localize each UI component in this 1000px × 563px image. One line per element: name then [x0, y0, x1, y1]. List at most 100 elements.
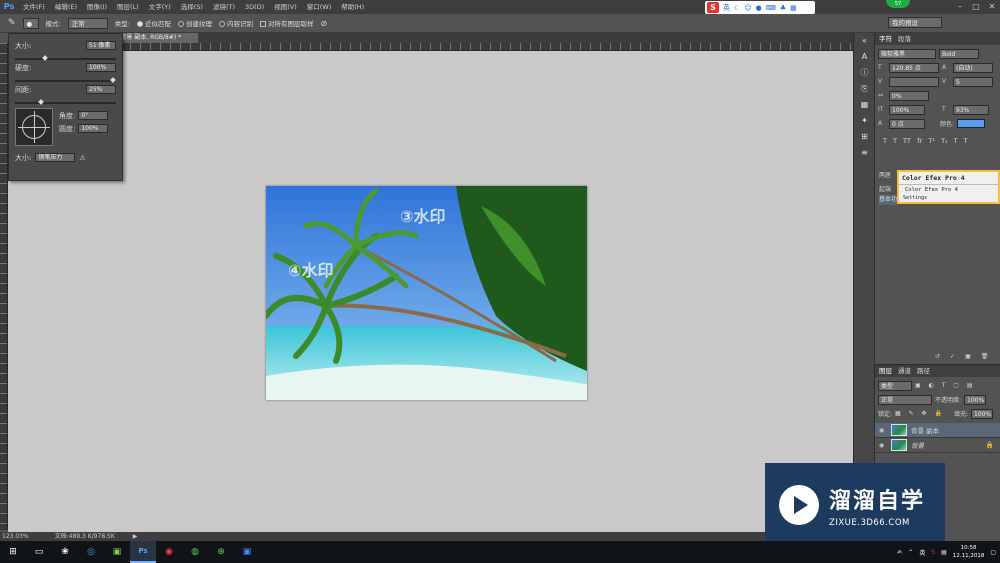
- ime-toolbar[interactable]: S 英 ☾ ☺ ● ⌨ ♣ ▦: [705, 1, 815, 14]
- pressure-icon[interactable]: ⊘: [320, 19, 327, 28]
- document-tab[interactable]: (背景 副本, RGB/8#) *: [115, 33, 198, 43]
- small-caps-button[interactable]: Tr: [917, 137, 923, 145]
- grid-icon[interactable]: ▦: [790, 4, 797, 12]
- history-icon[interactable]: ⎘: [854, 81, 875, 97]
- sliders-icon[interactable]: ≡: [854, 145, 875, 161]
- maximize-icon[interactable]: □: [968, 0, 984, 14]
- angle-input[interactable]: 0°: [78, 111, 109, 120]
- loop-icon[interactable]: ↺: [935, 353, 940, 360]
- superscript-button[interactable]: T¹: [928, 137, 935, 145]
- layer-filter-select[interactable]: 类型: [878, 380, 912, 391]
- faux-bold-button[interactable]: T: [883, 137, 887, 145]
- hardness-slider[interactable]: [15, 77, 116, 83]
- menu-3d[interactable]: 3D(D): [240, 0, 269, 14]
- healing-brush-tool-icon[interactable]: ✎: [8, 18, 16, 28]
- notes-app-icon[interactable]: ▣: [104, 541, 130, 563]
- app-icon[interactable]: ▣: [234, 541, 260, 563]
- size-input[interactable]: 51 像素: [86, 41, 116, 50]
- action-center-icon[interactable]: ▢: [990, 549, 996, 556]
- baseline-input[interactable]: 0 点: [889, 118, 925, 129]
- menu-help[interactable]: 帮助(H): [336, 0, 369, 14]
- mode-select[interactable]: 正常: [67, 17, 108, 29]
- smile-icon[interactable]: ☺: [744, 4, 751, 12]
- eye-icon[interactable]: ◉: [879, 442, 887, 449]
- workspace-select[interactable]: 我的预设: [888, 17, 942, 28]
- menu-file[interactable]: 文件(F): [18, 0, 50, 14]
- subscript-button[interactable]: T₁: [941, 137, 948, 145]
- kerning-input[interactable]: [889, 76, 939, 87]
- menu-layer[interactable]: 图层(L): [112, 0, 144, 14]
- color-efex-panel[interactable]: Color Efex Pro 4 Color Efex Pro 4 Settin…: [897, 170, 1000, 204]
- option-create-texture[interactable]: 创建纹理: [177, 18, 212, 28]
- strikethrough-button[interactable]: T: [964, 137, 968, 145]
- menu-edit[interactable]: 编辑(E): [50, 0, 82, 14]
- fill-input[interactable]: 100%: [970, 408, 993, 419]
- all-caps-button[interactable]: TT: [903, 137, 911, 145]
- sample-all-layers-checkbox[interactable]: 对所有图层取样: [259, 18, 313, 28]
- brush-preset-icon[interactable]: ✦: [854, 113, 875, 129]
- ime-lang[interactable]: 英: [723, 3, 730, 13]
- chrome-icon[interactable]: ◉: [156, 541, 182, 563]
- roundness-input[interactable]: 100%: [78, 124, 109, 133]
- faux-italic-button[interactable]: T: [893, 137, 897, 145]
- info-icon[interactable]: ⓘ: [854, 65, 875, 81]
- wechat-icon[interactable]: ◍: [182, 541, 208, 563]
- close-icon[interactable]: ✕: [984, 0, 1000, 14]
- tab-layers[interactable]: 图层: [879, 365, 892, 377]
- start-button-icon[interactable]: ⊞: [0, 541, 26, 563]
- clone-source-icon[interactable]: ⊞: [854, 129, 875, 145]
- brush-angle-preview[interactable]: [15, 108, 53, 146]
- horizontal-scale-input[interactable]: 93%: [953, 104, 989, 115]
- tray-lang[interactable]: 英: [919, 548, 925, 557]
- menu-select[interactable]: 选择(S): [176, 0, 208, 14]
- spacing-input[interactable]: 25%: [86, 85, 116, 94]
- file-explorer-icon[interactable]: ❀: [52, 541, 78, 563]
- tracking-input[interactable]: 5: [953, 76, 993, 87]
- layer-row[interactable]: ◉ 背景 🔒: [875, 438, 1000, 453]
- tab-character[interactable]: 字符: [879, 33, 892, 45]
- layer-name[interactable]: 背景: [911, 440, 924, 450]
- option-proximity-match[interactable]: 近似匹配: [136, 18, 171, 28]
- option-content-aware[interactable]: 内容识别: [218, 18, 253, 28]
- browser-icon[interactable]: ◎: [78, 541, 104, 563]
- opacity-input[interactable]: 100%: [964, 394, 987, 405]
- blend-mode-select[interactable]: 正常: [878, 394, 932, 405]
- tab-channels[interactable]: 通道: [898, 365, 911, 377]
- leading-input[interactable]: (自动): [953, 62, 993, 73]
- menu-type[interactable]: 文字(Y): [144, 0, 176, 14]
- tray-up-icon[interactable]: ⌃: [908, 549, 913, 556]
- font-size-input[interactable]: 120.85 点: [889, 62, 939, 73]
- filter-icons[interactable]: ▣ ◐ T ▢ ▤: [915, 382, 976, 389]
- 360-icon[interactable]: ⊕: [208, 541, 234, 563]
- hardness-input[interactable]: 100%: [86, 63, 116, 72]
- layer-row[interactable]: ◉ 背景 副本: [875, 423, 1000, 438]
- collapse-arrows-icon[interactable]: «: [854, 33, 875, 49]
- new-style-icon[interactable]: ▣: [965, 353, 971, 360]
- sogou-tray-icon[interactable]: S: [931, 549, 935, 556]
- adjustments-icon[interactable]: ▦: [854, 97, 875, 113]
- pen-icon[interactable]: ✍: [897, 549, 902, 556]
- eye-icon[interactable]: ◉: [879, 427, 887, 434]
- vertical-scale-input[interactable]: 100%: [889, 104, 925, 115]
- color-efex-subtitle[interactable]: Color Efex Pro 4: [899, 185, 998, 195]
- underline-button[interactable]: T: [954, 137, 958, 145]
- status-arrow-icon[interactable]: ▶: [133, 533, 138, 540]
- keyboard-icon[interactable]: ⌨: [766, 4, 776, 12]
- menu-view[interactable]: 视图(V): [269, 0, 302, 14]
- size-slider[interactable]: [15, 55, 116, 61]
- layer-name[interactable]: 背景 副本: [911, 425, 939, 435]
- menu-image[interactable]: 图像(I): [82, 0, 112, 14]
- trash-icon[interactable]: 🗑: [981, 353, 989, 360]
- notification-icon[interactable]: ▤: [941, 549, 947, 556]
- brush-preset-picker[interactable]: ●: [22, 17, 39, 29]
- mic-icon[interactable]: ●: [756, 4, 762, 12]
- color-efex-settings[interactable]: Settings: [899, 195, 998, 201]
- menu-filter[interactable]: 滤镜(T): [208, 0, 240, 14]
- document-info[interactable]: 文档:489.3 K/978.5K: [55, 533, 115, 540]
- tsume-input[interactable]: 0%: [889, 90, 929, 101]
- clock[interactable]: 10:58 12.11.2018: [953, 544, 985, 560]
- minimize-icon[interactable]: –: [952, 0, 968, 14]
- zoom-level[interactable]: 123.03%: [2, 533, 29, 540]
- size-control-select[interactable]: 钢笔压力: [35, 153, 76, 162]
- shirt-icon[interactable]: ♣: [780, 4, 786, 12]
